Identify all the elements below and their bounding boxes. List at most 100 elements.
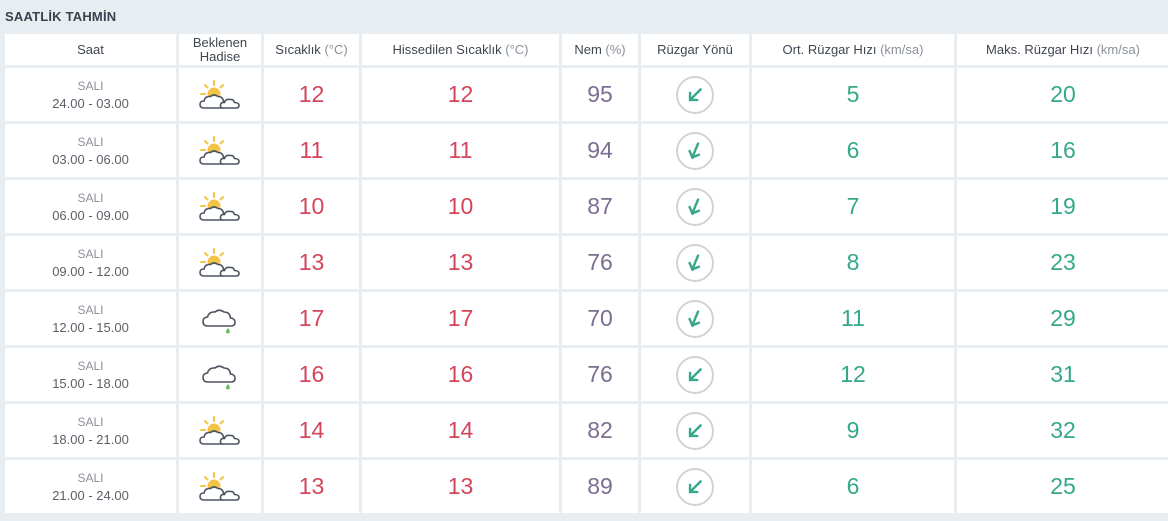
wind-direction-cell: [641, 460, 749, 513]
avg-wind-cell: 8: [752, 236, 954, 289]
max-wind-cell: 20: [957, 68, 1168, 121]
avg-wind-cell: 11: [752, 292, 954, 345]
day-label: SALI: [77, 470, 104, 485]
temperature-cell: 10: [264, 180, 359, 233]
wind-direction-compass: [676, 187, 714, 226]
day-label: SALI: [77, 414, 104, 429]
time-range: 03.00 - 06.00: [52, 151, 129, 167]
weather-cell: [179, 68, 261, 121]
humidity-cell: 82: [562, 404, 638, 457]
wind-direction-cell: [641, 124, 749, 177]
arrow-southwest-icon: [683, 83, 707, 107]
wind-direction-compass: [676, 411, 714, 450]
temperature-cell: 11: [264, 124, 359, 177]
arrow-south-southwest-icon: [683, 139, 707, 163]
max-wind-value: 23: [1050, 249, 1076, 275]
humidity-cell: 76: [562, 348, 638, 401]
time-range: 15.00 - 18.00: [52, 375, 129, 391]
wind-direction-compass: [676, 355, 714, 394]
humidity-value: 94: [587, 137, 613, 163]
max-wind-value: 29: [1050, 305, 1076, 331]
weather-cell: [179, 292, 261, 345]
feels-like-value: 12: [447, 81, 474, 107]
temperature-value: 16: [298, 361, 325, 387]
weather-cell: [179, 404, 261, 457]
day-label: SALI: [77, 134, 104, 149]
wind-direction-compass: [676, 299, 714, 338]
max-wind-cell: 25: [957, 460, 1168, 513]
feels-like-cell: 10: [362, 180, 559, 233]
temperature-cell: 13: [264, 236, 359, 289]
feels-like-cell: 12: [362, 68, 559, 121]
avg-wind-value: 11: [841, 305, 865, 331]
temperature-cell: 17: [264, 292, 359, 345]
humidity-cell: 87: [562, 180, 638, 233]
wind-direction-compass: [676, 467, 714, 506]
header-hissedilen-sicaklik: Hissedilen Sıcaklık (°C): [362, 34, 559, 65]
header-ort-ruzgar-hizi: Ort. Rüzgar Hızı (km/sa): [752, 34, 954, 65]
day-label: SALI: [77, 78, 104, 93]
avg-wind-value: 8: [846, 249, 860, 275]
avg-wind-cell: 9: [752, 404, 954, 457]
feels-like-cell: 13: [362, 460, 559, 513]
humidity-cell: 94: [562, 124, 638, 177]
time-cell: SALI 03.00 - 06.00: [5, 124, 176, 177]
time-range: 24.00 - 03.00: [52, 95, 129, 111]
max-wind-cell: 19: [957, 180, 1168, 233]
weather-cell: [179, 348, 261, 401]
time-range: 12.00 - 15.00: [52, 319, 129, 335]
day-label: SALI: [77, 246, 104, 261]
wind-direction-compass: [676, 75, 714, 114]
weather-cell: [179, 236, 261, 289]
header-nem: Nem (%): [562, 34, 638, 65]
temperature-value: 11: [299, 137, 324, 163]
max-wind-value: 32: [1050, 417, 1076, 443]
day-label: SALI: [77, 358, 104, 373]
humidity-cell: 95: [562, 68, 638, 121]
cloud-rain-icon: [198, 359, 242, 391]
humidity-value: 82: [587, 417, 613, 443]
partly-cloudy-icon: [198, 79, 242, 111]
partly-cloudy-icon: [198, 135, 242, 167]
weather-cell: [179, 124, 261, 177]
max-wind-cell: 29: [957, 292, 1168, 345]
partly-cloudy-icon: [198, 191, 242, 223]
avg-wind-cell: 6: [752, 460, 954, 513]
arrow-southwest-icon: [683, 475, 707, 499]
time-cell: SALI 15.00 - 18.00: [5, 348, 176, 401]
max-wind-value: 19: [1050, 193, 1076, 219]
header-maks-ruzgar-hizi: Maks. Rüzgar Hızı (km/sa): [957, 34, 1168, 65]
hourly-forecast-table: Saat Beklenen Hadise Sıcaklık (°C) Hisse…: [5, 34, 1168, 513]
arrow-south-southwest-icon: [683, 195, 707, 219]
max-wind-cell: 31: [957, 348, 1168, 401]
header-ruzgar-yonu: Rüzgar Yönü: [641, 34, 749, 65]
wind-direction-cell: [641, 236, 749, 289]
time-range: 21.00 - 24.00: [52, 487, 129, 503]
weather-cell: [179, 180, 261, 233]
humidity-cell: 76: [562, 236, 638, 289]
feels-like-cell: 13: [362, 236, 559, 289]
max-wind-value: 20: [1050, 81, 1076, 107]
arrow-southwest-icon: [683, 363, 707, 387]
max-wind-value: 31: [1050, 361, 1076, 387]
avg-wind-value: 9: [846, 417, 860, 443]
feels-like-value: 13: [447, 249, 474, 275]
avg-wind-cell: 7: [752, 180, 954, 233]
wind-direction-cell: [641, 348, 749, 401]
max-wind-cell: 23: [957, 236, 1168, 289]
arrow-southwest-icon: [683, 419, 707, 443]
max-wind-value: 16: [1050, 137, 1076, 163]
arrow-south-southwest-icon: [683, 307, 707, 331]
feels-like-cell: 16: [362, 348, 559, 401]
temperature-value: 12: [298, 81, 325, 107]
humidity-value: 95: [587, 81, 613, 107]
feels-like-cell: 11: [362, 124, 559, 177]
partly-cloudy-icon: [198, 247, 242, 279]
wind-direction-compass: [676, 131, 714, 170]
partly-cloudy-icon: [198, 415, 242, 447]
arrow-south-southwest-icon: [683, 251, 707, 275]
max-wind-value: 25: [1050, 473, 1076, 499]
wind-direction-cell: [641, 292, 749, 345]
time-cell: SALI 18.00 - 21.00: [5, 404, 176, 457]
avg-wind-value: 5: [846, 81, 860, 107]
